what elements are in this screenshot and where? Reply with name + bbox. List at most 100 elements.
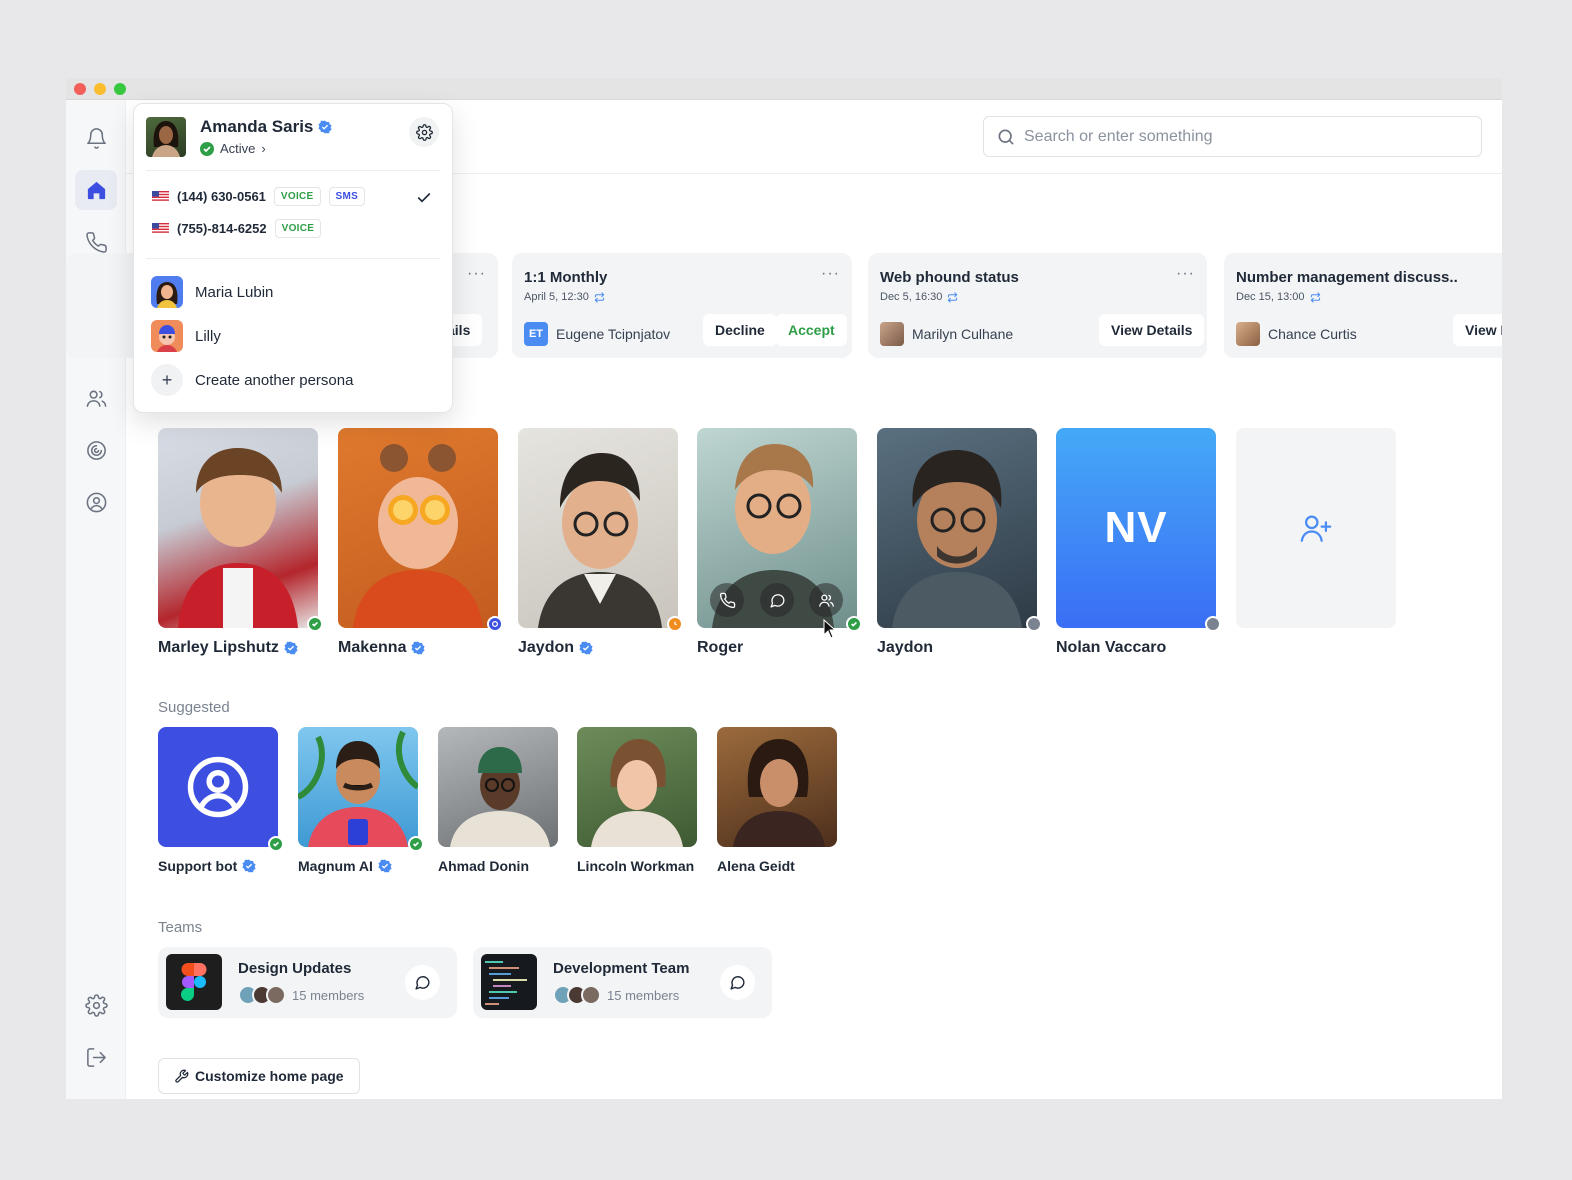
settings-nav[interactable] <box>75 985 117 1025</box>
chat-icon <box>730 976 745 990</box>
event-date: April 5, 12:30 <box>524 291 605 303</box>
persona-avatar <box>151 276 183 308</box>
person-photo-icon <box>538 453 662 628</box>
notifications-nav[interactable] <box>75 118 117 158</box>
repeat-icon <box>948 291 958 303</box>
close-window-button[interactable] <box>74 83 86 95</box>
create-persona-button[interactable]: + Create another persona <box>151 364 353 396</box>
sidebar <box>66 100 126 1099</box>
search-box[interactable] <box>983 116 1482 157</box>
event-card[interactable]: Number management discuss.. Dec 15, 13:0… <box>1224 253 1502 358</box>
verified-badge-icon <box>284 641 298 655</box>
add-contact-button[interactable] <box>1236 428 1396 628</box>
customize-home-button[interactable]: Customize home page <box>158 1058 360 1094</box>
team-card[interactable]: Design Updates 15 members <box>158 947 457 1018</box>
event-card[interactable]: 1:1 Monthly April 5, 12:30 ··· ET Eugene… <box>512 253 852 358</box>
team-card[interactable]: Development Team 15 members <box>473 947 772 1018</box>
search-input[interactable] <box>1024 127 1481 146</box>
suggested-name-text: Ahmad Donin <box>438 858 529 874</box>
team-chat-button[interactable] <box>720 965 755 1000</box>
verified-badge-icon <box>318 120 332 134</box>
person-photo-icon <box>298 730 418 847</box>
phone-number: (755)-814-6252 <box>177 221 267 236</box>
suggested-name[interactable]: Support bot <box>158 858 256 874</box>
suggested-name[interactable]: Alena Geidt <box>717 858 795 874</box>
view-details-button[interactable]: View Details <box>1099 314 1205 346</box>
voice-tag: VOICE <box>274 219 322 238</box>
initials-avatar: ET <box>524 322 548 346</box>
figma-icon <box>166 954 222 1010</box>
gear-icon <box>84 993 108 1017</box>
contact-photo[interactable] <box>518 428 678 628</box>
contact-name[interactable]: Makenna <box>338 639 426 657</box>
phone-number-row[interactable]: (144) 630-0561 VOICE SMS <box>152 187 366 206</box>
suggested-name[interactable]: Ahmad Donin <box>438 858 529 874</box>
accept-button[interactable]: Accept <box>776 314 847 346</box>
persona-item[interactable]: Lilly <box>151 320 221 352</box>
user-avatar <box>146 117 186 157</box>
suggested-avatar[interactable] <box>298 727 418 847</box>
home-nav[interactable] <box>75 170 117 210</box>
contact-initials: NV <box>1104 503 1168 552</box>
more-options-icon[interactable]: ··· <box>467 265 486 283</box>
contact-photo[interactable] <box>877 428 1037 628</box>
member-count: 15 members <box>292 987 365 1003</box>
contact-name[interactable]: Marley Lipshutz <box>158 639 298 657</box>
avatar <box>880 322 904 346</box>
user-circle-icon <box>86 492 106 512</box>
suggested-name-text: Lincoln Workman <box>577 858 695 874</box>
event-card[interactable]: Web phound status Dec 5, 16:30 ··· Maril… <box>868 253 1207 358</box>
suggested-avatar[interactable] <box>438 727 558 847</box>
contact-photo[interactable] <box>338 428 498 628</box>
view-details-button[interactable]: View D <box>1453 314 1502 346</box>
more-options-icon[interactable]: ··· <box>821 265 840 283</box>
minimize-window-button[interactable] <box>94 83 106 95</box>
suggested-name-text: Support bot <box>158 858 238 874</box>
suggested-name[interactable]: Lincoln Workman <box>577 858 694 874</box>
contact-photo[interactable] <box>158 428 318 628</box>
logout-nav[interactable] <box>75 1037 117 1077</box>
customize-label: Customize home page <box>195 1068 344 1084</box>
teams-nav[interactable] <box>75 378 117 418</box>
online-status-icon <box>268 836 284 852</box>
contact-name[interactable]: Roger <box>697 639 743 657</box>
divider <box>146 170 440 171</box>
team-chat-button[interactable] <box>405 965 440 1000</box>
contact-name[interactable]: Jaydon <box>518 639 593 657</box>
message-contact-button[interactable] <box>760 583 794 617</box>
organizer-name: Chance Curtis <box>1268 326 1357 342</box>
support-bot-avatar[interactable] <box>158 727 278 847</box>
persona-item[interactable]: Maria Lubin <box>151 276 273 308</box>
organizer-name: Marilyn Culhane <box>912 326 1014 342</box>
event-date-text: April 5, 12:30 <box>524 291 589 303</box>
contact-name-text: Jaydon <box>877 639 934 656</box>
account-settings-button[interactable] <box>409 117 439 147</box>
contact-initials-tile[interactable]: NV <box>1056 428 1216 628</box>
sms-tag: SMS <box>328 187 366 206</box>
status-selector[interactable]: Active › <box>200 141 266 156</box>
team-name: Design Updates <box>238 960 352 977</box>
contact-name-text: Nolan Vaccaro <box>1056 639 1167 656</box>
maximize-window-button[interactable] <box>114 83 126 95</box>
us-flag-icon <box>152 223 169 234</box>
more-options-icon[interactable]: ··· <box>1176 265 1195 283</box>
repeat-icon <box>594 291 605 303</box>
voice-tag: VOICE <box>273 187 321 206</box>
integrations-nav[interactable] <box>75 430 117 470</box>
contact-name[interactable]: Nolan Vaccaro <box>1056 639 1166 657</box>
us-flag-icon <box>152 191 169 202</box>
suggested-avatar[interactable] <box>717 727 837 847</box>
phone-number-row[interactable]: (755)-814-6252 VOICE <box>152 219 322 238</box>
online-status-icon <box>408 836 424 852</box>
suggested-avatar[interactable] <box>577 727 697 847</box>
suggested-name-text: Alena Geidt <box>717 858 795 874</box>
suggested-name[interactable]: Magnum AI <box>298 858 392 874</box>
chat-icon <box>415 976 430 990</box>
contact-name[interactable]: Jaydon <box>877 639 933 657</box>
group-contact-button[interactable] <box>809 583 843 617</box>
person-photo-icon <box>178 448 298 628</box>
status-text: Active <box>220 141 256 156</box>
decline-button[interactable]: Decline <box>703 314 777 346</box>
call-contact-button[interactable] <box>710 583 744 617</box>
profile-nav[interactable] <box>75 482 117 522</box>
